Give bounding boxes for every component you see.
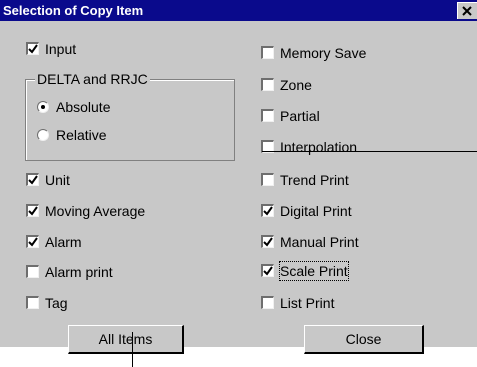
checkmark-icon [28, 206, 38, 216]
all-items-button[interactable]: All Items [68, 325, 184, 354]
radio-circle[interactable] [37, 101, 49, 113]
checkbox-box[interactable] [261, 78, 274, 91]
radio-label: Relative [56, 127, 107, 143]
checkbox-box[interactable] [26, 204, 39, 217]
callout-line [262, 151, 477, 152]
close-window-button[interactable] [457, 2, 477, 19]
radio-circle[interactable] [37, 129, 49, 141]
checkmark-icon [263, 206, 273, 216]
checkbox-label: Alarm [45, 234, 82, 250]
checkbox-label: Partial [280, 108, 320, 124]
close-icon [462, 6, 472, 16]
checkbox-label: Interpolation [280, 139, 358, 155]
checkbox-label: Input [45, 41, 77, 57]
checkmark-icon [28, 44, 38, 54]
checkbox-box[interactable] [261, 109, 274, 122]
checkbox-label: Tag [45, 295, 68, 311]
checkbox-label: Moving Average [45, 203, 146, 219]
checkbox-box[interactable] [26, 296, 39, 309]
checkmark-icon [263, 266, 273, 276]
checkbox-label: Zone [280, 77, 312, 93]
checkbox-label: Manual Print [280, 234, 359, 250]
checkmark-icon [263, 237, 273, 247]
dialog-title: Selection of Copy Item [3, 3, 144, 18]
checkbox-label: List Print [280, 295, 335, 311]
checkbox-box[interactable] [261, 46, 274, 59]
callout-line [132, 332, 133, 367]
checkbox-box[interactable] [261, 296, 274, 309]
checkbox-box[interactable] [261, 204, 274, 217]
radio-label: Absolute [56, 99, 111, 115]
checkbox-box[interactable] [26, 173, 39, 186]
checkbox-box[interactable] [26, 42, 39, 55]
group-label: DELTA and RRJC [35, 70, 150, 88]
checkbox-label: Memory Save [280, 45, 367, 61]
checkmark-icon [28, 175, 38, 185]
checkmark-icon [28, 237, 38, 247]
checkbox-box[interactable] [26, 235, 39, 248]
checkbox-box[interactable] [26, 265, 39, 278]
delta-rrjc-group [25, 79, 235, 161]
checkbox-label: Trend Print [280, 172, 349, 188]
checkbox-box[interactable] [261, 235, 274, 248]
copy-item-dialog: Selection of Copy Item Input DELTA and R… [0, 0, 477, 354]
close-button[interactable]: Close [304, 325, 424, 354]
checkbox-label: Digital Print [280, 203, 352, 219]
checkbox-box[interactable] [261, 264, 274, 277]
checkbox-box[interactable] [261, 173, 274, 186]
checkbox-label: Scale Print [279, 261, 349, 281]
title-bar: Selection of Copy Item [0, 0, 477, 21]
checkbox-label: Unit [45, 172, 70, 188]
checkbox-label: Alarm print [45, 264, 113, 280]
